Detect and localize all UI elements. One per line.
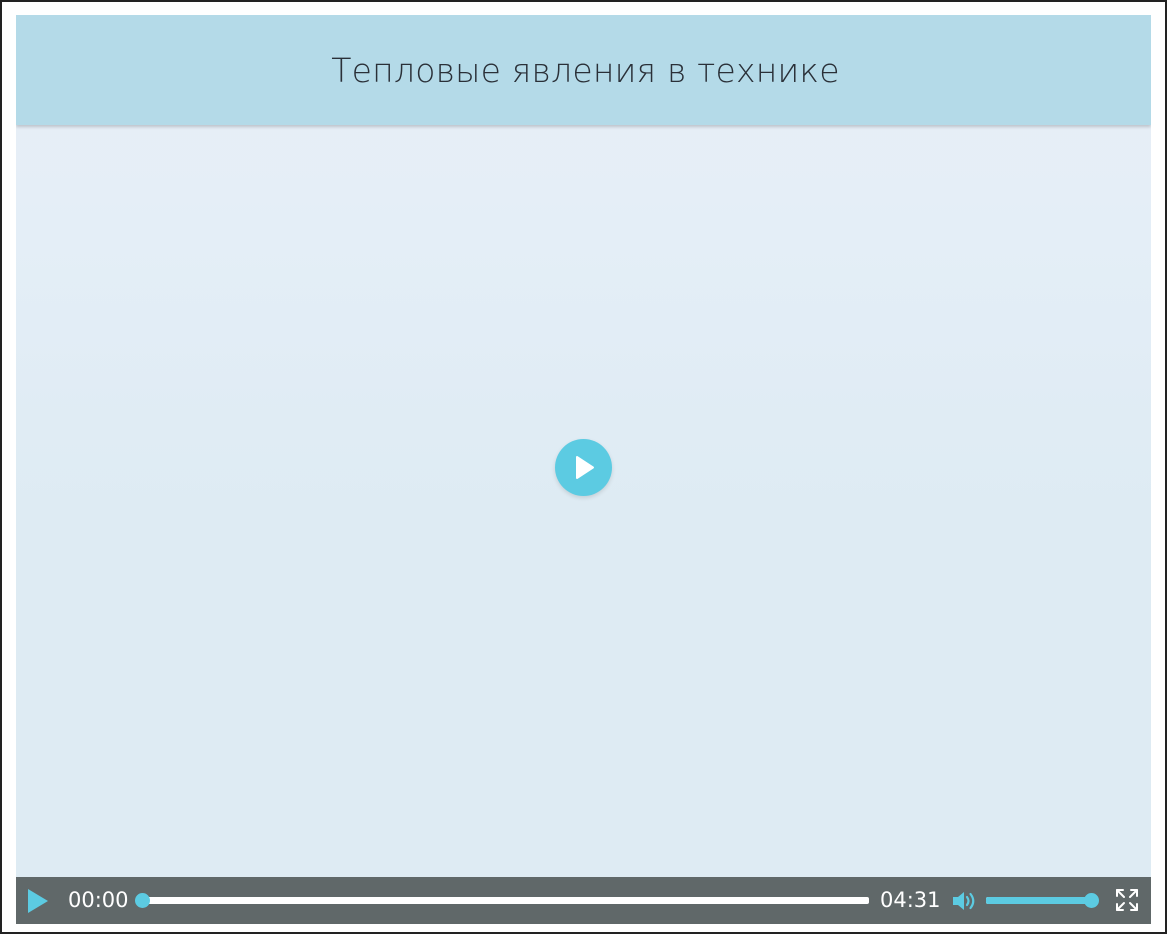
- current-time: 00:00: [68, 888, 129, 912]
- volume-icon: [953, 892, 975, 910]
- play-icon: [28, 889, 48, 913]
- total-time: 04:31: [880, 888, 941, 912]
- progress-handle[interactable]: [135, 893, 150, 908]
- volume-fill: [986, 897, 1092, 904]
- play-button[interactable]: [26, 887, 50, 915]
- progress-bar[interactable]: [135, 893, 869, 908]
- big-play-button[interactable]: [555, 439, 612, 496]
- play-icon: [576, 456, 594, 479]
- title-bar: Тепловые явления в технике: [16, 15, 1151, 125]
- mute-button[interactable]: [952, 889, 980, 913]
- control-bar: 00:00 04:31: [16, 877, 1151, 924]
- video-player[interactable]: Тепловые явления в технике 00:00 04:31: [16, 15, 1151, 924]
- fullscreen-button[interactable]: [1115, 888, 1139, 912]
- fullscreen-icon: [1116, 889, 1138, 911]
- volume-handle[interactable]: [1084, 893, 1099, 908]
- video-title: Тепловые явления в технике: [331, 50, 840, 90]
- window-frame: Тепловые явления в технике 00:00 04:31: [0, 0, 1167, 934]
- volume-slider[interactable]: [986, 893, 1099, 908]
